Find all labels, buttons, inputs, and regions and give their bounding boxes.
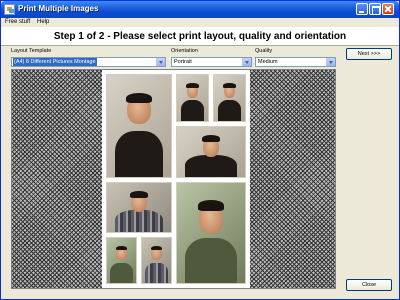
close-button[interactable]: Close (346, 279, 392, 291)
orientation-select[interactable]: Portrait (171, 57, 252, 67)
photo-leather-jacket-large (106, 74, 172, 178)
quality-select[interactable]: Medium (255, 57, 336, 67)
layout-template-value: (A4) 8 Different Pictures Montage (13, 58, 97, 66)
quality-value: Medium (258, 59, 278, 65)
minimize-icon (357, 4, 367, 14)
orientation-label: Orientation (171, 48, 198, 54)
photo-hair (197, 200, 225, 212)
title-bar[interactable]: Print Multiple Images (1, 1, 399, 18)
orientation-value: Portrait (174, 59, 192, 65)
photo-body (145, 262, 168, 283)
photo-body (114, 209, 164, 232)
window-title: Print Multiple Images (18, 4, 99, 13)
layout-template-select[interactable]: (A4) 8 Different Pictures Montage (11, 57, 166, 67)
next-button[interactable]: Next >>> (346, 48, 392, 60)
menu-bar: Free stuff Help (1, 18, 399, 27)
close-icon (383, 4, 393, 14)
app-icon (4, 4, 15, 15)
layout-preview (11, 69, 336, 289)
print-page (102, 70, 250, 288)
menu-free-stuff[interactable]: Free stuff (5, 19, 30, 25)
photo-body (180, 100, 205, 121)
step-heading: Step 1 of 2 - Please select print layout… (53, 31, 347, 42)
photo-leather-jacket-medium (176, 126, 246, 178)
photo-green-jacket-large (176, 182, 246, 284)
photo-hair (223, 82, 236, 88)
maximize-icon (370, 4, 380, 15)
photo-body (114, 131, 164, 177)
chevron-down-icon[interactable] (242, 58, 251, 66)
close-button-label: Close (361, 282, 377, 288)
photo-leather-jacket-small-2 (213, 74, 246, 122)
chevron-down-icon[interactable] (326, 58, 335, 66)
quality-label: Quality (255, 48, 273, 54)
maximize-button[interactable] (369, 3, 381, 15)
photo-hair (202, 135, 220, 143)
photo-hair (115, 245, 128, 251)
photo-body (110, 262, 133, 283)
photo-hair (126, 92, 152, 103)
photo-body (185, 154, 237, 177)
chevron-down-icon[interactable] (156, 58, 165, 66)
layout-template-label: Layout Template (11, 48, 52, 54)
photo-hair (150, 245, 163, 251)
next-button-label: Next >>> (357, 51, 381, 57)
photo-hair (130, 190, 148, 198)
menu-help[interactable]: Help (37, 19, 49, 25)
print-dialog-window: Print Multiple Images Free stuff Help St… (0, 0, 400, 300)
photo-plaid-shirt (106, 182, 172, 233)
step-banner: Step 1 of 2 - Please select print layout… (1, 27, 399, 46)
minimize-button[interactable] (356, 3, 368, 15)
photo-body (217, 100, 242, 121)
photo-body (185, 238, 237, 283)
photo-leather-jacket-small-1 (176, 74, 209, 122)
photo-green-jacket-small (106, 237, 137, 284)
photo-plaid-shirt-small (141, 237, 172, 284)
close-window-button[interactable] (382, 3, 394, 15)
photo-hair (186, 82, 199, 88)
